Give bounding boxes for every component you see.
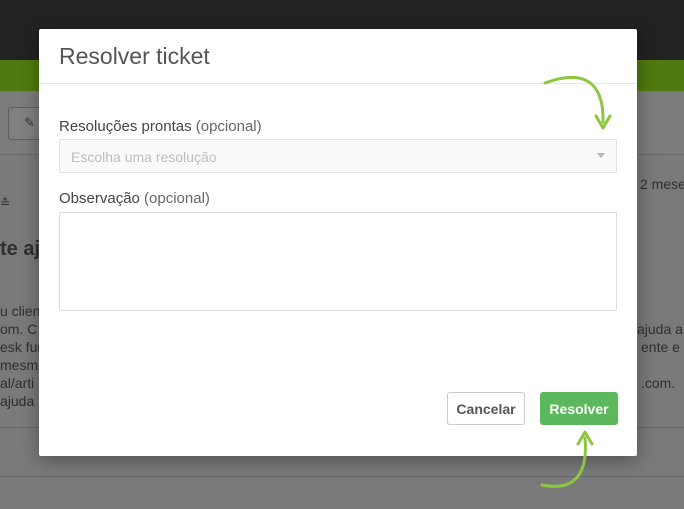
observation-label-text: Observação: [59, 190, 140, 207]
resolve-button[interactable]: Resolver: [540, 392, 618, 425]
observation-textarea[interactable]: [59, 212, 617, 311]
cancel-button[interactable]: Cancelar: [447, 392, 525, 425]
ticket-body-line: u clien: [0, 303, 41, 319]
ticket-body-line: ajuda: [0, 393, 35, 409]
annotation-arrow-icon: [540, 430, 594, 488]
ticket-heading-fragment: te aj: [0, 238, 41, 260]
ready-resolutions-label-text: Resoluções prontas: [59, 118, 192, 135]
ticket-age: 2 mese: [640, 176, 684, 192]
edit-icon: ✎: [24, 116, 35, 131]
optional-hint: (opcional): [144, 190, 210, 207]
select-placeholder: Escolha uma resolução: [71, 149, 217, 165]
observation-label: Observação (opcional): [59, 190, 210, 207]
optional-hint: (opcional): [195, 118, 262, 135]
ticket-body-line: mesm: [0, 357, 39, 373]
user-icon: ≛: [0, 196, 11, 210]
ready-resolutions-select[interactable]: Escolha uma resolução: [59, 139, 617, 173]
modal-title: Resolver ticket: [59, 43, 210, 69]
ticket-body-line: ajuda a: [637, 321, 683, 337]
annotation-arrow-icon: [543, 75, 612, 130]
ticket-body-line: ente e: [641, 339, 680, 355]
ticket-body-line: .com.: [641, 375, 676, 391]
ready-resolutions-label: Resoluções prontas (opcional): [59, 118, 262, 135]
ticket-body-line: om. C: [0, 321, 38, 337]
chevron-down-icon: [597, 153, 605, 158]
ticket-body-line: al/arti: [0, 375, 35, 391]
